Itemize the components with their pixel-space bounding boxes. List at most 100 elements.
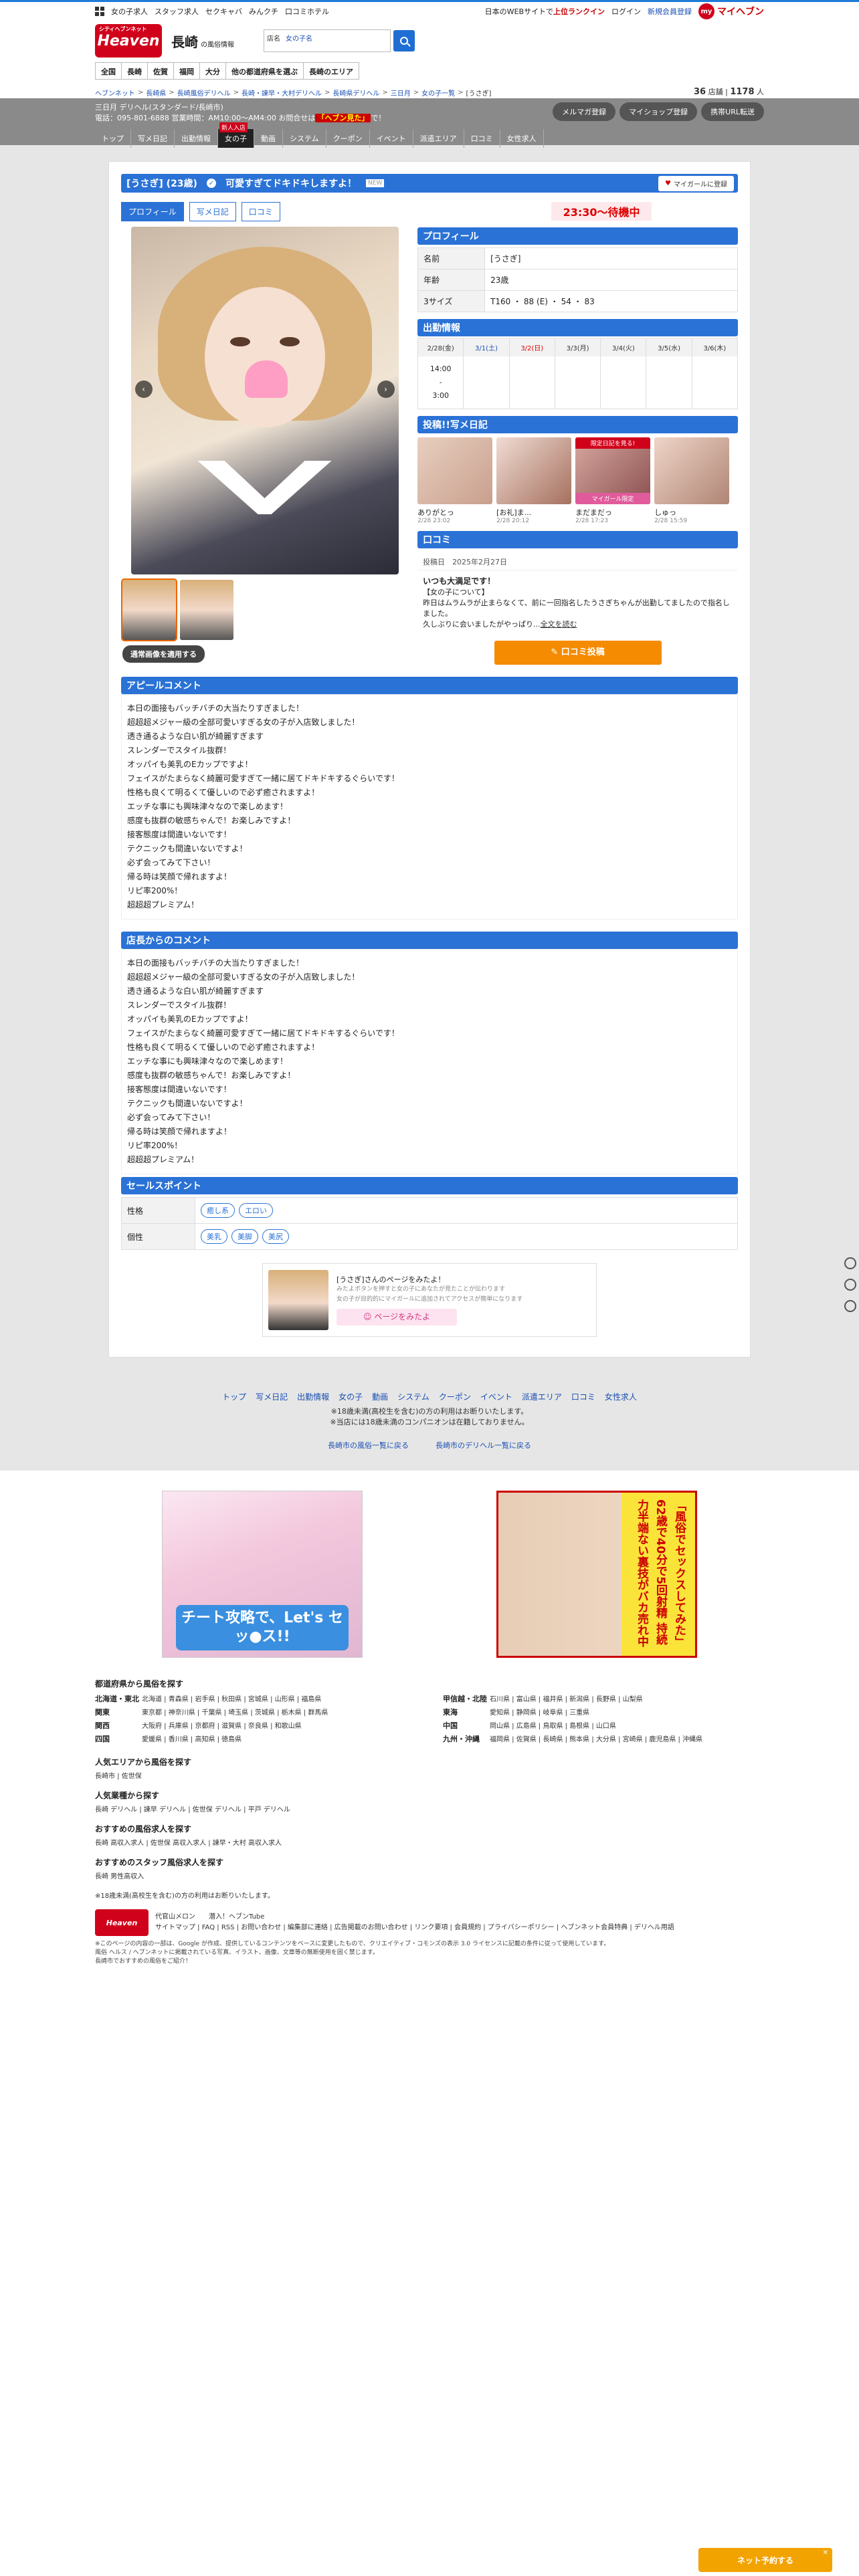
gnav-nagasaki-area[interactable]: 長崎のエリア bbox=[303, 62, 359, 80]
breadcrumb-item[interactable]: 長崎・諫早・大村デリヘル bbox=[242, 88, 322, 98]
subnav-top[interactable]: トップ bbox=[95, 129, 131, 148]
net-reservation-button[interactable]: ネット予約する ✕ bbox=[698, 2548, 832, 2572]
diary-item[interactable]: しゅっ 2/28 15:59 bbox=[654, 437, 730, 524]
prefecture-links[interactable]: 北海道 | 青森県 | 岩手県 | 秋田県 | 宮城県 | 山形県 | 福島県 bbox=[142, 1693, 321, 1704]
gnav-fukuoka[interactable]: 福岡 bbox=[173, 62, 200, 80]
mygirl-register-button[interactable]: ♥ マイガールに登録 bbox=[658, 176, 734, 191]
prefecture-links[interactable]: 東京都 | 神奈川県 | 千葉県 | 埼玉県 | 茨城県 | 栃木県 | 群馬県 bbox=[142, 1707, 328, 1717]
breadcrumb-item[interactable]: 長崎県デリヘル bbox=[332, 88, 379, 98]
breadcrumb-item[interactable]: 長崎風俗デリヘル bbox=[177, 88, 231, 98]
site-logo[interactable]: シティヘブンネット Heaven bbox=[95, 24, 162, 58]
sales-tag[interactable]: 美尻 bbox=[262, 1229, 289, 1244]
footer-nav-link[interactable]: 派遣エリア bbox=[522, 1391, 562, 1402]
search-input[interactable]: 店名 女の子名 bbox=[264, 29, 391, 52]
footer-nav-link[interactable]: クーポン bbox=[439, 1391, 471, 1402]
footer-nav-link[interactable]: 動画 bbox=[372, 1391, 388, 1402]
sponsor-link[interactable]: 代官山メロン bbox=[155, 1913, 195, 1921]
back-to-deliheru-list-link[interactable]: 長崎市のデリヘル一覧に戻る bbox=[436, 1440, 531, 1451]
pref-row: 中国 岡山県 | 広島県 | 鳥取県 | 島根県 | 山口県 bbox=[443, 1720, 764, 1731]
sponsor-link[interactable]: 潜入！ヘブンTube bbox=[209, 1913, 264, 1921]
footer-nav-link[interactable]: 女の子 bbox=[339, 1391, 363, 1402]
footer-nav-link[interactable]: 口コミ bbox=[571, 1391, 595, 1402]
breadcrumb-item[interactable]: 三日月 bbox=[391, 88, 411, 98]
footer-nav-link[interactable]: 写メ日記 bbox=[256, 1391, 288, 1402]
photo-prev-button[interactable]: ‹ bbox=[134, 381, 153, 398]
top-link-minkuchi[interactable]: みんクチ bbox=[249, 6, 278, 17]
gnav-saga[interactable]: 佐賀 bbox=[147, 62, 174, 80]
top-link-girl-recruit[interactable]: 女の子求人 bbox=[111, 6, 148, 17]
subnav-system[interactable]: システム bbox=[283, 129, 326, 148]
tab-profile[interactable]: プロフィール bbox=[121, 202, 184, 221]
gnav-zenkoku[interactable]: 全国 bbox=[95, 62, 122, 80]
subnav-girls[interactable]: 新人入店 女の子 bbox=[218, 122, 254, 148]
signup-link[interactable]: 新規会員登録 bbox=[648, 6, 692, 17]
staff-recruit-links[interactable]: 長崎 男性高収入 bbox=[95, 1870, 764, 1881]
recruit-links[interactable]: 長崎 高収入求人 | 佐世保 高収入求人 | 諫早・大村 高収入求人 bbox=[95, 1837, 764, 1847]
ad-banner-left[interactable]: チート攻略で、Let's セッ●ス!! bbox=[162, 1491, 363, 1658]
top-link-staff-recruit[interactable]: スタッフ求人 bbox=[155, 6, 199, 17]
subnav-coupon[interactable]: クーポン bbox=[326, 129, 370, 148]
notification-icon[interactable] bbox=[844, 1257, 856, 1269]
breadcrumb-item[interactable]: 長崎県 bbox=[146, 88, 166, 98]
sales-tag[interactable]: 美乳 bbox=[201, 1229, 227, 1244]
subnav-recruit[interactable]: 女性求人 bbox=[500, 129, 544, 148]
sales-tag[interactable]: 美脚 bbox=[231, 1229, 258, 1244]
search-button[interactable] bbox=[393, 30, 415, 51]
subnav-event[interactable]: イベント bbox=[370, 129, 413, 148]
back-to-city-list-link[interactable]: 長崎市の風俗一覧に戻る bbox=[328, 1440, 409, 1451]
subnav-schedule[interactable]: 出勤情報 bbox=[175, 129, 218, 148]
apply-normal-image-button[interactable]: 通常画像を適用する bbox=[122, 645, 205, 663]
footer-logo[interactable]: Heaven bbox=[95, 1909, 149, 1936]
post-review-button[interactable]: ✎ 口コミ投稿 bbox=[494, 641, 662, 665]
footer-links[interactable]: サイトマップ | FAQ | RSS | お問い合わせ | 編集部に連絡 | 広… bbox=[155, 1923, 674, 1933]
gnav-nagasaki[interactable]: 長崎 bbox=[121, 62, 148, 80]
myheaven-button[interactable]: my マイヘブン bbox=[698, 3, 764, 19]
footer-nav-link[interactable]: イベント bbox=[480, 1391, 512, 1402]
read-more-link[interactable]: 全文を読む bbox=[541, 620, 577, 629]
ad-banner-right[interactable]: 「風俗でセックスしてみた」62歳で40分で5回射精 持続力半端ない裏技がバカ売れ… bbox=[496, 1491, 697, 1658]
subnav-video[interactable]: 動画 bbox=[254, 129, 283, 148]
breadcrumb-item[interactable]: ヘブンネット bbox=[95, 88, 135, 98]
myshop-button[interactable]: マイショップ登録 bbox=[619, 102, 698, 121]
tab-reviews[interactable]: 口コミ bbox=[241, 202, 280, 221]
prefecture-links[interactable]: 愛知県 | 静岡県 | 岐阜県 | 三重県 bbox=[490, 1707, 589, 1717]
prefecture-links[interactable]: 福岡県 | 佐賀県 | 長崎県 | 熊本県 | 大分県 | 宮崎県 | 鹿児島県… bbox=[490, 1733, 702, 1744]
mailmag-button[interactable]: メルマガ登録 bbox=[553, 102, 616, 121]
photo-thumbnail[interactable] bbox=[121, 578, 177, 641]
footer-nav-link[interactable]: 出勤情報 bbox=[297, 1391, 329, 1402]
login-link[interactable]: ログイン bbox=[611, 6, 641, 17]
prefecture-links[interactable]: 大阪府 | 兵庫県 | 京都府 | 滋賀県 | 奈良県 | 和歌山県 bbox=[142, 1720, 302, 1731]
footer-nav-link[interactable]: トップ bbox=[222, 1391, 246, 1402]
tab-diary[interactable]: 写メ日記 bbox=[189, 202, 236, 221]
diary-item[interactable]: ありがとっ 2/28 23:02 bbox=[417, 437, 493, 524]
sales-tag[interactable]: エロい bbox=[239, 1203, 273, 1218]
subnav-review[interactable]: 口コミ bbox=[464, 129, 500, 148]
footer-nav-link[interactable]: 女性求人 bbox=[605, 1391, 637, 1402]
main-photo[interactable]: ‹ › bbox=[130, 227, 399, 574]
prefecture-links[interactable]: 石川県 | 富山県 | 福井県 | 新潟県 | 長野県 | 山梨県 bbox=[490, 1693, 643, 1704]
gnav-other-pref[interactable]: 他の都道府県を選ぶ bbox=[225, 62, 304, 80]
share-icon[interactable] bbox=[844, 1300, 856, 1312]
apps-grid-icon[interactable] bbox=[95, 7, 104, 16]
photo-thumbnail[interactable] bbox=[180, 580, 233, 640]
breadcrumb-item[interactable]: 女の子一覧 bbox=[421, 88, 455, 98]
mitayo-button[interactable]: ☺ ページをみたよ bbox=[337, 1309, 458, 1325]
mobile-url-button[interactable]: 携帯URL転送 bbox=[701, 102, 764, 121]
subnav-area[interactable]: 派遣エリア bbox=[413, 129, 464, 148]
gnav-oita[interactable]: 大分 bbox=[199, 62, 226, 80]
schedule-day: 3/5(水) bbox=[646, 338, 692, 356]
diary-item-locked[interactable]: 限定日記を見る! マイガール限定 まだまだっ 2/28 17:23 bbox=[575, 437, 651, 524]
popular-area-links[interactable]: 長崎市 | 佐世保 bbox=[95, 1770, 764, 1780]
close-icon[interactable]: ✕ bbox=[823, 2549, 828, 2557]
prefecture-links[interactable]: 愛媛県 | 香川県 | 高知県 | 徳島県 bbox=[142, 1733, 242, 1744]
diary-item[interactable]: [お礼]ま... 2/28 20:12 bbox=[496, 437, 572, 524]
sales-tag[interactable]: 癒し系 bbox=[201, 1203, 235, 1218]
prefecture-links[interactable]: 岡山県 | 広島県 | 鳥取県 | 島根県 | 山口県 bbox=[490, 1720, 616, 1731]
subnav-diary[interactable]: 写メ日記 bbox=[131, 129, 175, 148]
history-icon[interactable] bbox=[844, 1279, 856, 1291]
photo-next-button[interactable]: › bbox=[377, 381, 395, 398]
popular-type-links[interactable]: 長崎 デリヘル | 諫早 デリヘル | 佐世保 デリヘル | 平戸 デリヘル bbox=[95, 1804, 764, 1814]
top-link-sekukyaba[interactable]: セクキャバ bbox=[205, 6, 242, 17]
top-link-review-hotel[interactable]: 口コミホテル bbox=[285, 6, 329, 17]
footer-nav-link[interactable]: システム bbox=[397, 1391, 430, 1402]
